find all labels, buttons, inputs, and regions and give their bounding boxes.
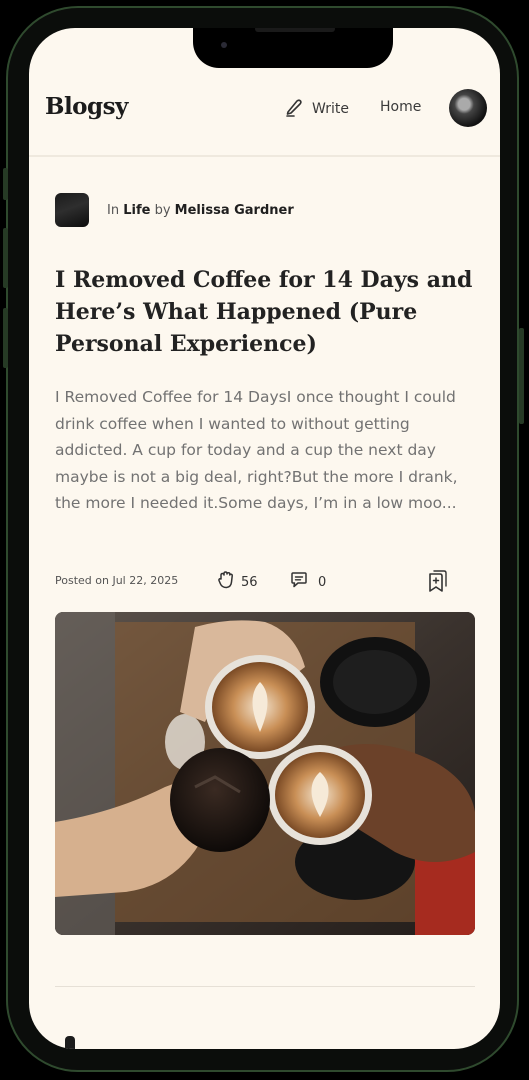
author-link[interactable]: Melissa Gardner [175, 203, 294, 218]
notch [193, 28, 393, 68]
bookmark-button[interactable] [424, 568, 450, 598]
comment-button[interactable]: 0 [289, 570, 326, 594]
posted-date: Posted on Jul 22, 2025 [55, 574, 179, 587]
post-excerpt: I Removed Coffee for 14 DaysI once thoug… [55, 388, 458, 512]
post-cover-image[interactable] [55, 612, 475, 935]
post-title[interactable]: I Removed Coffee for 14 Days and Here’s … [55, 264, 475, 360]
write-button[interactable]: Write [284, 97, 349, 121]
by-label: by [154, 202, 171, 218]
volume-up-button [3, 228, 8, 288]
camera-icon [221, 42, 227, 48]
mute-switch [3, 168, 8, 200]
category-link[interactable]: Life [123, 203, 150, 218]
brand-logo[interactable]: Blogsy [45, 93, 128, 120]
clap-button[interactable]: 56 [216, 570, 258, 594]
phone-screen: Blogsy Write Home In Life by Melissa Gar… [29, 28, 500, 1049]
post-meta: In Life by Melissa Gardner [55, 193, 294, 227]
next-post-avatar [65, 1036, 75, 1049]
volume-down-button [3, 308, 8, 368]
user-avatar[interactable] [449, 89, 487, 127]
power-button [519, 328, 524, 424]
clap-icon [216, 570, 236, 594]
speaker [255, 28, 335, 32]
bookmark-icon [424, 570, 450, 598]
comment-count: 0 [318, 574, 327, 590]
author-avatar[interactable] [55, 193, 89, 227]
home-link[interactable]: Home [380, 99, 421, 115]
pen-icon [284, 97, 304, 121]
write-label: Write [312, 101, 349, 117]
in-label: In [107, 202, 120, 218]
comment-icon [289, 570, 309, 594]
site-header: Blogsy Write Home [29, 83, 500, 157]
coffee-photo [55, 612, 475, 935]
post-stats: Posted on Jul 22, 2025 56 0 [55, 568, 475, 594]
clap-count: 56 [241, 574, 258, 590]
post-divider [55, 986, 475, 987]
post-byline: In Life by Melissa Gardner [107, 203, 294, 218]
